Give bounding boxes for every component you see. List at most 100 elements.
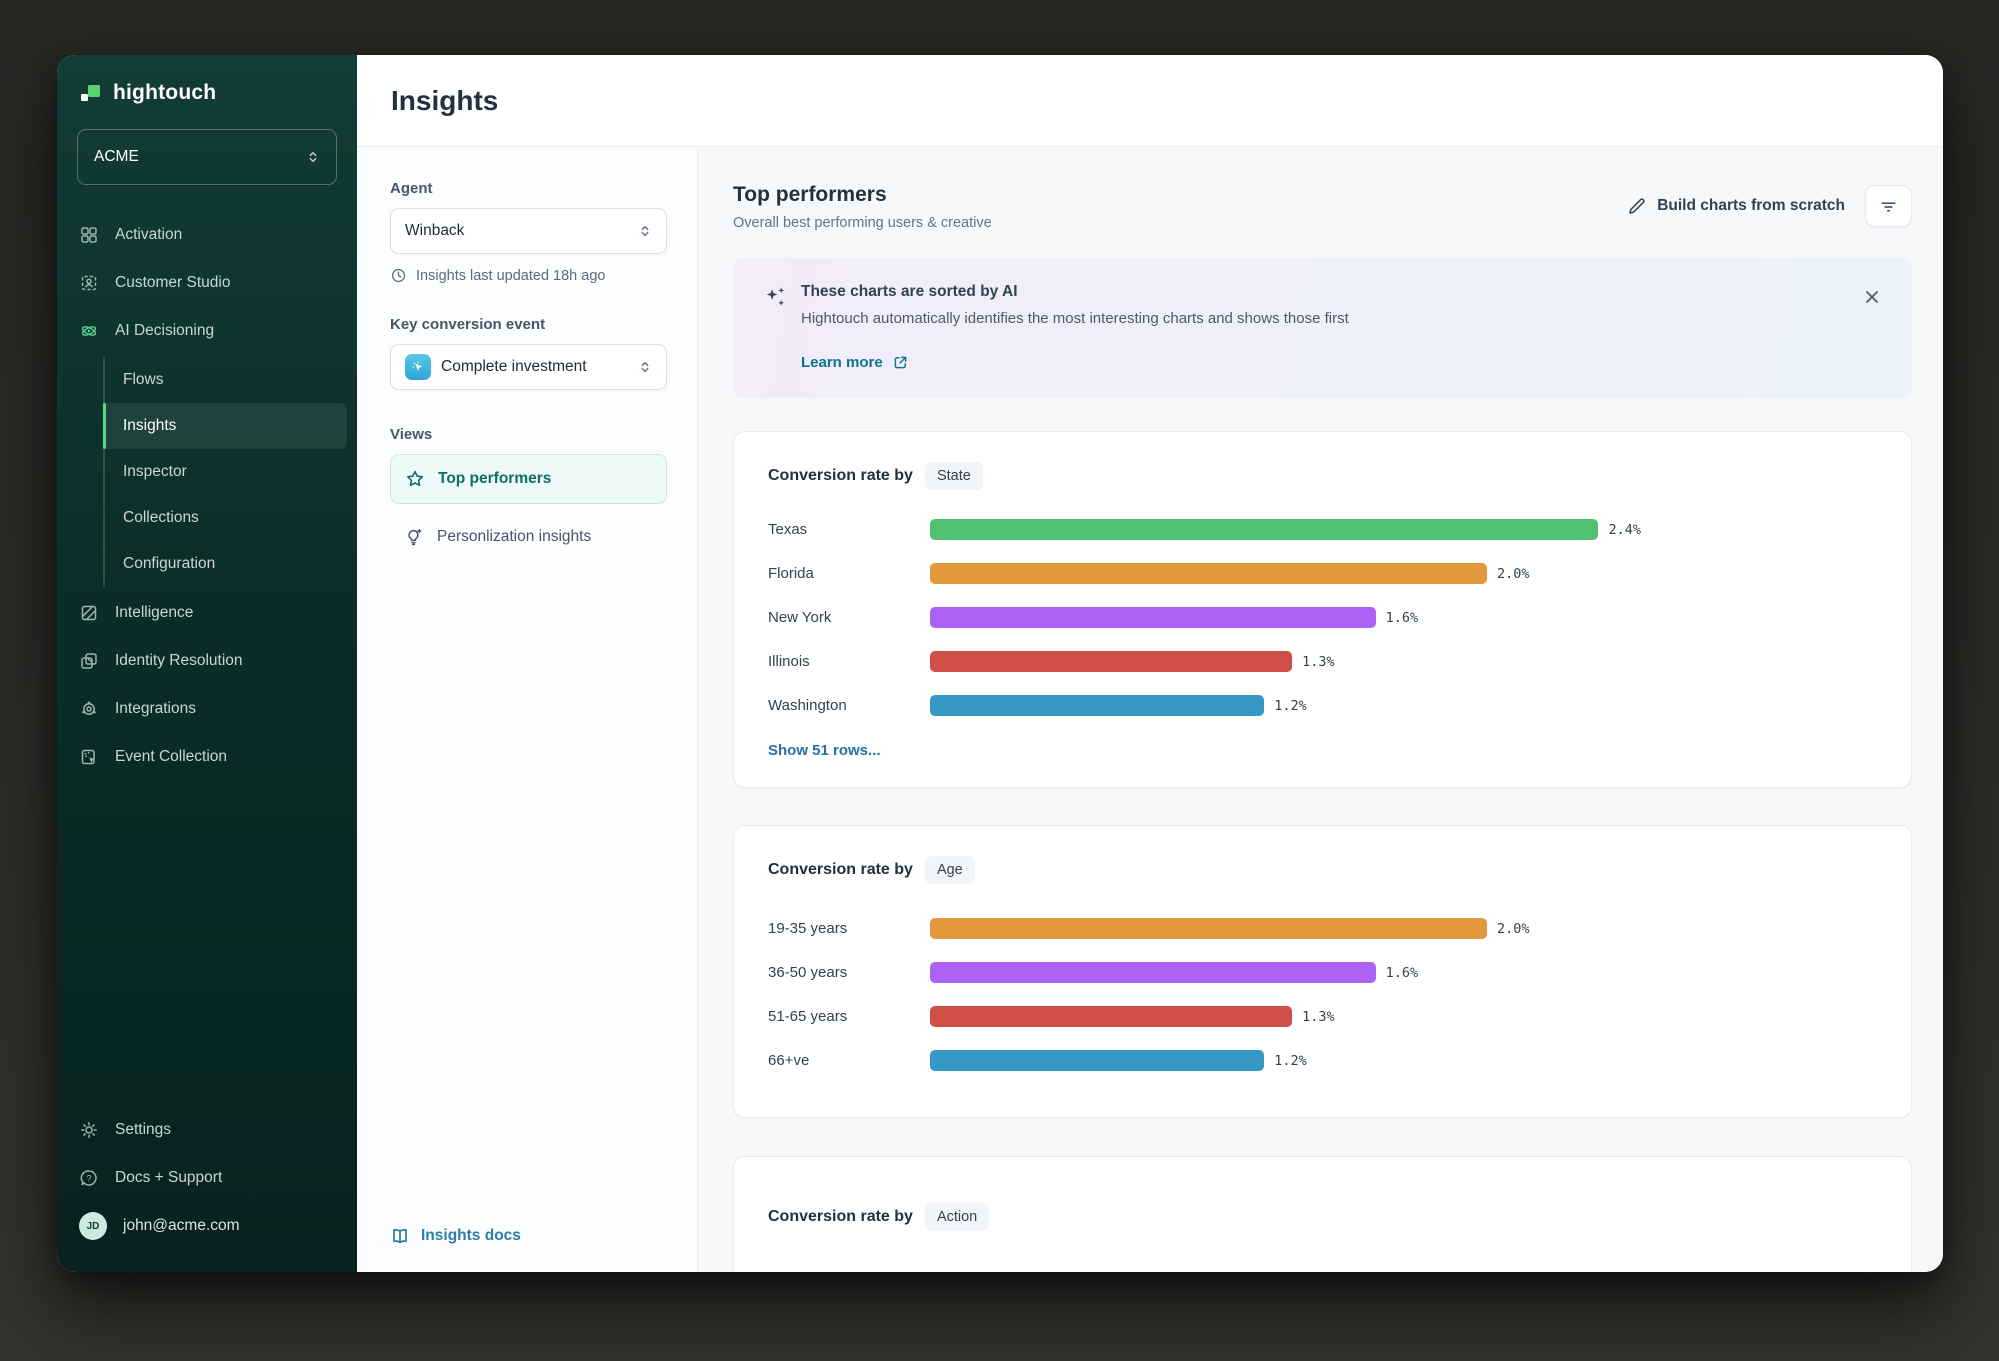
sidebar-item-label: Intelligence (115, 604, 193, 622)
sidebar-item-label: Configuration (123, 555, 215, 573)
book-icon (390, 1226, 410, 1246)
sidebar-item-label: Settings (115, 1121, 171, 1139)
svg-text:?: ? (86, 1173, 91, 1184)
sidebar-nav: Activation Customer Studio AI Decisionin… (57, 211, 357, 781)
bar (930, 563, 1487, 584)
sidebar-item-insights[interactable]: Insights (105, 403, 347, 449)
sidebar-item-integrations[interactable]: Integrations (57, 685, 357, 733)
sidebar-item-label: Inspector (123, 463, 187, 481)
build-charts-label: Build charts from scratch (1657, 197, 1845, 215)
sidebar-item-label: Activation (115, 226, 182, 244)
conversion-event-select[interactable]: Complete investment (390, 344, 667, 390)
dimension-chip[interactable]: State (925, 462, 983, 490)
bar-value: 2.4% (1608, 522, 1641, 538)
help-icon: ? (79, 1168, 99, 1188)
bar-value: 1.6% (1386, 965, 1419, 981)
banner-title: These charts are sorted by AI (801, 283, 1858, 301)
chart-title: Conversion rate by (768, 861, 913, 879)
bar-label: 51-65 years (768, 1008, 930, 1025)
page-title: Insights (391, 85, 498, 117)
close-icon[interactable] (1858, 283, 1886, 311)
dimension-chip[interactable]: Age (925, 856, 975, 884)
bar-label: Washington (768, 697, 930, 714)
chart-card-age: Conversion rate by Age 19-35 years 2.0% … (733, 825, 1912, 1118)
sidebar-item-ai-decisioning[interactable]: AI Decisioning (57, 307, 357, 355)
bar-value: 2.0% (1497, 921, 1530, 937)
build-charts-button[interactable]: Build charts from scratch (1627, 197, 1845, 216)
bar-row: 19-35 years 2.0% (768, 918, 1877, 939)
sidebar-item-label: Event Collection (115, 748, 227, 766)
view-personalization-insights[interactable]: Personlization insights (390, 512, 667, 562)
bar-chart: Texas 2.4% Florida 2.0% New York 1.6% (768, 519, 1877, 716)
bar-value: 1.3% (1302, 654, 1335, 670)
bar (930, 1050, 1264, 1071)
filter-panel: Agent Winback Insights last updated 18h … (357, 147, 698, 1272)
dimension-chip[interactable]: Action (925, 1203, 989, 1231)
section-title: Top performers (733, 183, 992, 207)
show-rows-link[interactable]: Show 51 rows... (768, 742, 881, 759)
bar-row: 66+ve 1.2% (768, 1050, 1877, 1071)
workspace-selector[interactable]: ACME (77, 129, 337, 185)
ai-sorted-banner: These charts are sorted by AI Hightouch … (733, 258, 1912, 398)
bar (930, 1006, 1292, 1027)
chevron-updown-icon (304, 148, 322, 166)
bar (930, 695, 1264, 716)
bar-label: Florida (768, 565, 930, 582)
user-email: john@acme.com (123, 1217, 240, 1235)
sidebar-item-settings[interactable]: Settings (57, 1106, 357, 1154)
sidebar-item-collections[interactable]: Collections (105, 495, 347, 541)
chart-title: Conversion rate by (768, 467, 913, 485)
bar (930, 607, 1376, 628)
bar-value: 1.2% (1274, 1053, 1307, 1069)
sidebar-item-account[interactable]: JD john@acme.com (57, 1202, 357, 1250)
section-subtitle: Overall best performing users & creative (733, 215, 992, 231)
pencil-icon (1627, 197, 1646, 216)
sidebar-item-label: Identity Resolution (115, 652, 243, 670)
sidebar-item-label: Integrations (115, 700, 196, 718)
star-icon (405, 469, 425, 489)
bar-label: 36-50 years (768, 964, 930, 981)
ai-decisioning-subnav: Flows Insights Inspector Collections Con… (103, 357, 347, 587)
bar-label: Texas (768, 521, 930, 538)
sidebar-item-inspector[interactable]: Inspector (105, 449, 347, 495)
sidebar-item-label: AI Decisioning (115, 322, 214, 340)
insights-docs-link[interactable]: Insights docs (390, 1226, 667, 1246)
hightouch-logo-icon (79, 81, 103, 105)
sidebar-item-identity-resolution[interactable]: Identity Resolution (57, 637, 357, 685)
sidebar-item-activation[interactable]: Activation (57, 211, 357, 259)
sidebar-item-label: Flows (123, 371, 163, 389)
logo-text: hightouch (113, 81, 216, 105)
chart-filter-button[interactable] (1865, 185, 1912, 227)
bar (930, 918, 1487, 939)
main-column: Insights Agent Winback Insights last upd… (357, 55, 1943, 1272)
clock-icon (390, 267, 407, 284)
integrations-icon (79, 699, 99, 719)
bar-chart: 19-35 years 2.0% 36-50 years 1.6% 51-65 … (768, 918, 1877, 1071)
agent-select[interactable]: Winback (390, 208, 667, 254)
ai-decisioning-icon (79, 321, 99, 341)
learn-more-link[interactable]: Learn more (801, 354, 909, 371)
workspace-name: ACME (94, 148, 139, 166)
last-updated: Insights last updated 18h ago (390, 267, 667, 284)
bar-row: Washington 1.2% (768, 695, 1877, 716)
sidebar-item-flows[interactable]: Flows (105, 357, 347, 403)
banner-body: Hightouch automatically identifies the m… (801, 310, 1858, 327)
bar (930, 962, 1376, 983)
sidebar-item-docs-support[interactable]: ? Docs + Support (57, 1154, 357, 1202)
bar-label: 19-35 years (768, 920, 930, 937)
filter-icon (1879, 197, 1898, 216)
sidebar-footer: Settings ? Docs + Support JD john@acme.c… (57, 1106, 357, 1250)
sidebar-item-event-collection[interactable]: Event Collection (57, 733, 357, 781)
sidebar-item-customer-studio[interactable]: Customer Studio (57, 259, 357, 307)
view-top-performers[interactable]: Top performers (390, 454, 667, 504)
sidebar: hightouch ACME Activation Customer Studi… (57, 55, 357, 1272)
app-window: hightouch ACME Activation Customer Studi… (57, 55, 1943, 1272)
learn-more-label: Learn more (801, 354, 883, 371)
event-value: Complete investment (441, 358, 587, 376)
chevron-updown-icon (636, 358, 654, 376)
sidebar-item-intelligence[interactable]: Intelligence (57, 589, 357, 637)
bar-label: 66+ve (768, 1052, 930, 1069)
customer-studio-icon (79, 273, 99, 293)
sidebar-item-configuration[interactable]: Configuration (105, 541, 347, 587)
bar-value: 1.6% (1386, 610, 1419, 626)
